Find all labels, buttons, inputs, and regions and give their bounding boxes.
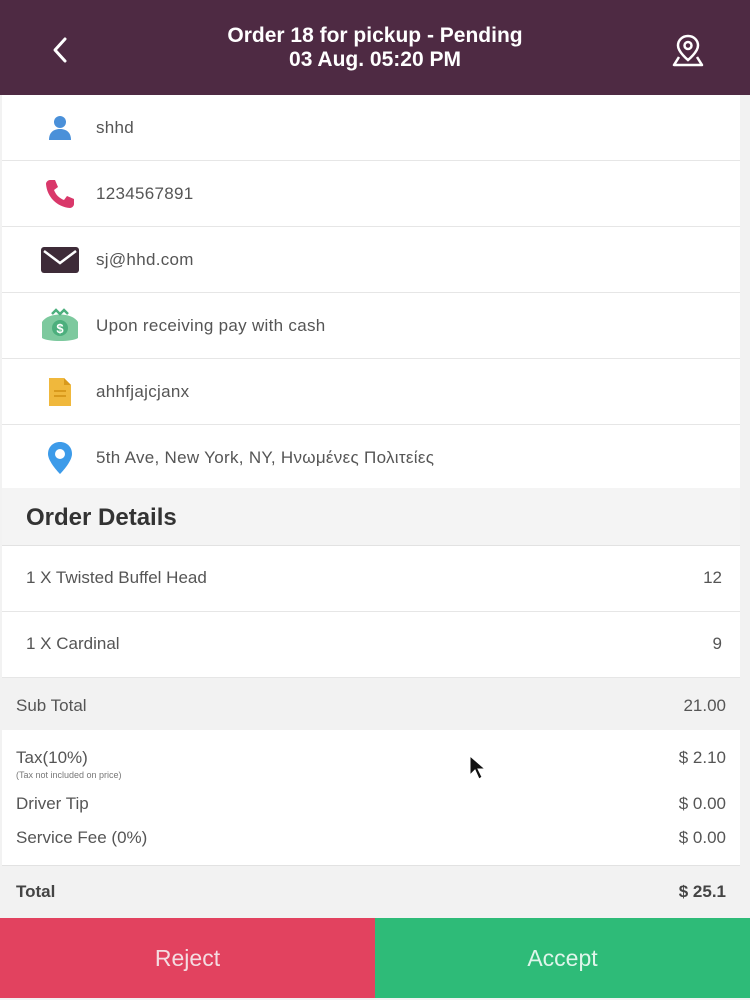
cash-icon: $ [38, 306, 82, 346]
phone-icon [38, 174, 82, 214]
customer-info-list: shhd 1234567891 sj@hhd.com $ Upon receiv… [2, 95, 740, 491]
total-label: Total [16, 882, 56, 901]
tax-value: $ 2.10 [678, 748, 726, 767]
action-bar: Reject Accept [0, 918, 750, 998]
order-datetime: 03 Aug. 05:20 PM [289, 48, 461, 71]
order-item: 1 X Twisted Buffel Head 12 [2, 546, 740, 612]
note-row: ahhfjajcjanx [2, 359, 740, 425]
map-pin-icon [672, 34, 704, 67]
service-fee-value: $ 0.00 [678, 828, 726, 847]
svg-text:$: $ [56, 321, 64, 336]
item-price: 9 [712, 634, 722, 653]
order-item: 1 X Cardinal 9 [2, 612, 740, 678]
reject-button[interactable]: Reject [0, 918, 375, 998]
item-price: 12 [703, 568, 722, 587]
mail-icon [38, 240, 82, 280]
total-row: Total $ 25.1 [2, 866, 740, 916]
map-button[interactable] [666, 28, 710, 72]
subtotal-label: Sub Total [16, 696, 87, 715]
subtotal-value: 21.00 [683, 696, 726, 715]
customer-name: shhd [96, 117, 135, 137]
order-details-header: Order Details [2, 488, 740, 546]
location-pin-icon [38, 438, 82, 478]
back-button[interactable] [38, 28, 82, 72]
driver-tip-value: $ 0.00 [678, 794, 726, 813]
order-details-heading: Order Details [26, 504, 177, 531]
document-icon [38, 372, 82, 412]
order-items-list: 1 X Twisted Buffel Head 12 1 X Cardinal … [2, 546, 740, 678]
subtotal-row: Sub Total 21.00 [2, 682, 740, 730]
customer-phone: 1234567891 [96, 183, 194, 203]
chevron-left-icon [53, 37, 67, 63]
service-fee-label: Service Fee (0%) [16, 828, 148, 847]
customer-phone-row[interactable]: 1234567891 [2, 161, 740, 227]
driver-tip-label: Driver Tip [16, 794, 89, 813]
total-value: $ 25.1 [678, 882, 726, 901]
address-row[interactable]: 5th Ave, New York, NY, Ηνωμένες Πολιτείε… [2, 425, 740, 491]
charges-section: Tax(10%) (Tax not included on price) $ 2… [2, 730, 740, 866]
app-header: Order 18 for pickup - Pending 03 Aug. 05… [0, 0, 750, 95]
payment-method: Upon receiving pay with cash [96, 315, 326, 335]
order-note: ahhfjajcjanx [96, 381, 190, 401]
customer-email: sj@hhd.com [96, 249, 194, 269]
accept-button[interactable]: Accept [375, 918, 750, 998]
customer-address: 5th Ave, New York, NY, Ηνωμένες Πολιτείε… [96, 447, 435, 467]
mouse-cursor-icon [469, 755, 487, 780]
customer-name-row: shhd [2, 95, 740, 161]
order-title: Order 18 for pickup - Pending [227, 24, 523, 47]
page-title: Order 18 for pickup - Pending 03 Aug. 05… [120, 24, 630, 72]
payment-method-row: $ Upon receiving pay with cash [2, 293, 740, 359]
customer-email-row[interactable]: sj@hhd.com [2, 227, 740, 293]
tax-label: Tax(10%) [16, 748, 88, 767]
item-name: 1 X Cardinal [26, 634, 120, 653]
person-icon [38, 108, 82, 148]
tax-note: (Tax not included on price) [16, 770, 122, 780]
item-name: 1 X Twisted Buffel Head [26, 568, 207, 587]
